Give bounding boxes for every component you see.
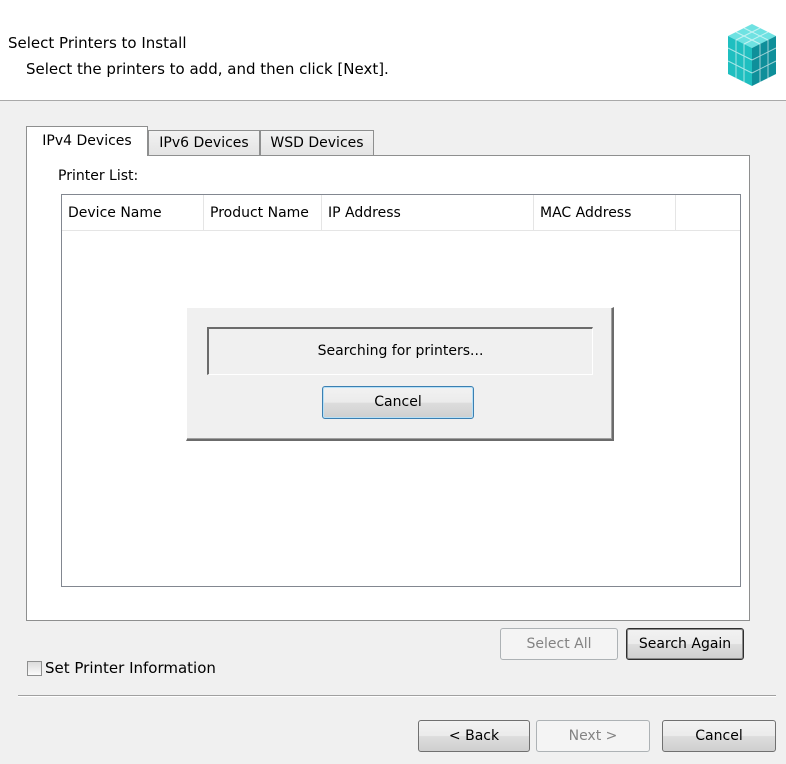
column-mac-address[interactable]: MAC Address	[534, 195, 676, 231]
column-ip-address[interactable]: IP Address	[322, 195, 534, 231]
select-all-button[interactable]: Select All	[500, 628, 618, 660]
back-button[interactable]: < Back	[418, 720, 530, 752]
dialog-cancel-button[interactable]: Cancel	[322, 386, 474, 419]
page-title: Select Printers to Install	[8, 34, 187, 52]
next-button[interactable]: Next >	[536, 720, 650, 752]
tab-wsd-devices[interactable]: WSD Devices	[260, 130, 374, 156]
set-printer-info-checkbox[interactable]	[27, 661, 42, 676]
page-subtitle: Select the printers to add, and then cli…	[26, 60, 389, 78]
cancel-button[interactable]: Cancel	[662, 720, 776, 752]
column-device-name[interactable]: Device Name	[62, 195, 204, 231]
column-product-name[interactable]: Product Name	[204, 195, 322, 231]
printer-list-label: Printer List:	[58, 168, 139, 184]
printer-cube-icon	[718, 18, 778, 90]
column-filler	[676, 195, 740, 231]
search-again-button[interactable]: Search Again	[626, 628, 744, 660]
tab-ipv4-devices[interactable]: IPv4 Devices	[26, 126, 148, 156]
search-status-text: Searching for printers...	[207, 327, 593, 375]
tab-ipv6-devices[interactable]: IPv6 Devices	[148, 130, 260, 156]
set-printer-info-label[interactable]: Set Printer Information	[45, 659, 216, 677]
footer-divider	[18, 695, 776, 697]
